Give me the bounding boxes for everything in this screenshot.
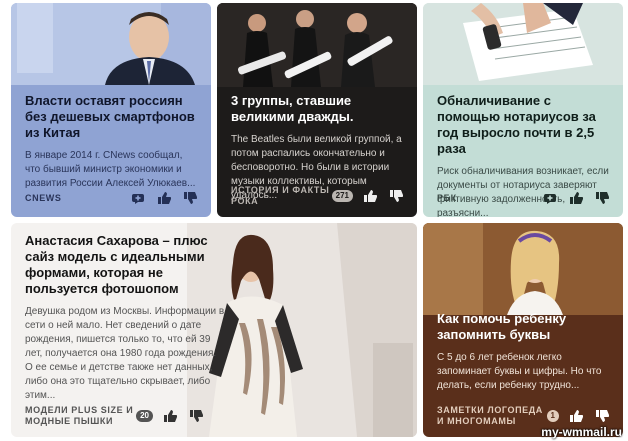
card-title: Обналичивание с помощью нотариусов за го… [437, 93, 596, 156]
card-title: Власти оставят россиян без дешевых смарт… [25, 93, 195, 140]
card-source[interactable]: ЗАМЕТКИ ЛОГОПЕДА И МНОГОМАМЫ [437, 405, 543, 427]
card-source-line2: РОКА [231, 196, 259, 206]
card-source[interactable]: РБК [437, 193, 457, 204]
card-source[interactable]: CNEWS [25, 193, 62, 204]
card-title: Анастасия Сахарова – плюс сайз модель с … [25, 233, 208, 296]
card-source-line1: МОДЕЛИ PLUS SIZE И [25, 405, 134, 415]
comment-count[interactable]: 20 [136, 410, 153, 422]
card-source-line1: ИСТОРИЯ И ФАКТЫ [231, 185, 330, 195]
card-photo-band [217, 3, 417, 87]
news-card-model[interactable]: Анастасия Сахарова – плюс сайз модель с … [11, 223, 417, 437]
card-source-line2: И МНОГОМАМЫ [437, 416, 516, 426]
thumbs-up-icon[interactable] [161, 407, 179, 425]
news-card-smartphones[interactable]: Власти оставят россиян без дешевых смарт… [11, 3, 211, 217]
thumbs-up-icon[interactable] [567, 189, 585, 207]
thumbs-down-icon[interactable] [387, 187, 405, 205]
card-source-line2: МОДНЫЕ ПЫШКИ [25, 416, 114, 426]
card-source[interactable]: ИСТОРИЯ И ФАКТЫ РОКА [231, 185, 329, 207]
card-photo-documents [423, 3, 623, 85]
thumbs-up-icon[interactable] [361, 187, 379, 205]
comment-count[interactable]: 271 [331, 190, 353, 202]
news-card-notary[interactable]: Обналичивание с помощью нотариусов за го… [423, 3, 623, 217]
thumbs-down-icon[interactable] [181, 189, 199, 207]
card-title: 3 группы, ставшие великими дважды. [231, 93, 354, 124]
card-source[interactable]: МОДЕЛИ PLUS SIZE И МОДНЫЕ ПЫШКИ [25, 405, 133, 427]
thumbs-down-icon[interactable] [593, 407, 611, 425]
card-snippet: Девушка родом из Москвы. Информации в се… [25, 306, 225, 401]
card-photo-child [423, 223, 623, 315]
watermark: my-wmmail.ru [541, 425, 622, 439]
news-card-bands[interactable]: 3 группы, ставшие великими дважды. The B… [217, 3, 417, 217]
thumbs-up-icon[interactable] [567, 407, 585, 425]
card-title: Как помочь ребенку запомнить буквы [437, 311, 567, 342]
card-photo-politician [11, 3, 211, 85]
comment-count[interactable]: 1 [546, 410, 559, 422]
card-snippet: С 5 до 6 лет ребенок легко запоминает бу… [437, 352, 602, 391]
card-snippet: В январе 2014 г. CNews сообщал, что бывш… [25, 150, 196, 189]
thumbs-up-icon[interactable] [155, 189, 173, 207]
thumbs-down-icon[interactable] [187, 407, 205, 425]
news-card-letters[interactable]: Как помочь ребенку запомнить буквы С 5 д… [423, 223, 623, 437]
card-source-line1: ЗАМЕТКИ ЛОГОПЕДА [437, 405, 543, 415]
thumbs-down-icon[interactable] [593, 189, 611, 207]
plus-circle-icon[interactable] [129, 189, 147, 207]
plus-circle-icon[interactable] [541, 189, 559, 207]
